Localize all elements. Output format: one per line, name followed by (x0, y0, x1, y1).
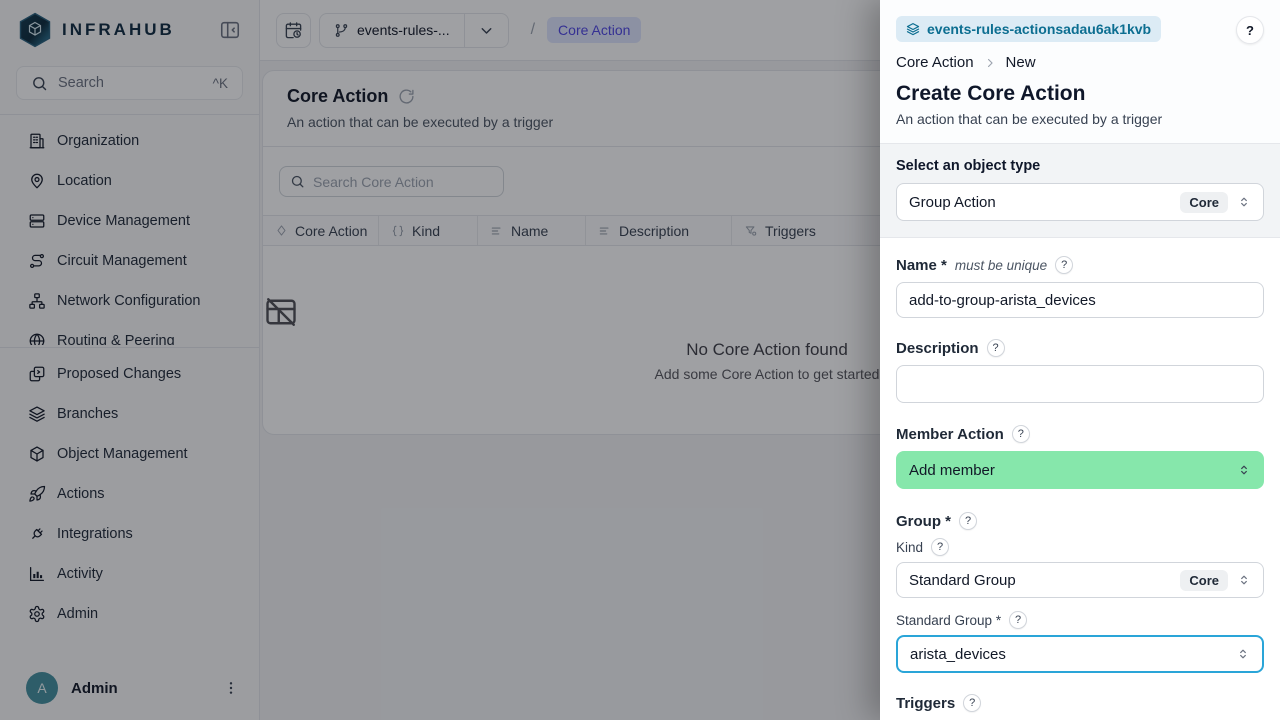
chevron-right-icon (983, 56, 997, 70)
name-hint: must be unique (955, 258, 1047, 273)
modal-dim-overlay[interactable] (0, 0, 880, 720)
drawer-breadcrumb-parent[interactable]: Core Action (896, 54, 974, 71)
drawer-title: Create Core Action (896, 82, 1264, 106)
object-type-section: Select an object type Group Action Core (880, 143, 1280, 238)
group-label-row: Group * ? (896, 512, 1264, 530)
kind-label-row: Kind ? (896, 538, 1264, 556)
member-action-label-row: Member Action ? (896, 425, 1264, 443)
name-field-label-row: Name * must be unique ? (896, 256, 1264, 274)
member-action-help-icon[interactable]: ? (1012, 425, 1030, 443)
drawer-subtitle: An action that can be executed by a trig… (896, 111, 1264, 127)
description-help-icon[interactable]: ? (987, 339, 1005, 357)
help-button[interactable]: ? (1236, 16, 1264, 44)
layers-icon (906, 22, 920, 36)
member-action-select[interactable]: Add member (896, 451, 1264, 489)
chevrons-up-down-icon (1236, 647, 1250, 661)
drawer-branch-badge[interactable]: events-rules-actionsadau6ak1kvb (896, 16, 1161, 42)
name-help-icon[interactable]: ? (1055, 256, 1073, 274)
triggers-label-row: Triggers ? (896, 694, 1264, 712)
drawer-breadcrumb: Core Action New (896, 54, 1264, 71)
drawer-form: Name * must be unique ? Description ? Me… (880, 256, 1280, 720)
kind-value: Standard Group (909, 572, 1180, 589)
description-input[interactable] (896, 365, 1264, 403)
chevrons-up-down-icon (1237, 573, 1251, 587)
name-label: Name * (896, 257, 947, 274)
standard-group-value: arista_devices (910, 646, 1236, 663)
object-type-label: Select an object type (896, 158, 1264, 174)
name-input[interactable] (896, 282, 1264, 318)
member-action-label: Member Action (896, 426, 1004, 443)
triggers-help-icon[interactable]: ? (963, 694, 981, 712)
standard-group-help-icon[interactable]: ? (1009, 611, 1027, 629)
create-core-action-drawer: events-rules-actionsadau6ak1kvb ? Core A… (880, 0, 1280, 720)
core-namespace-badge: Core (1180, 570, 1228, 591)
drawer-branch-name: events-rules-actionsadau6ak1kvb (927, 21, 1151, 37)
object-type-select[interactable]: Group Action Core (896, 183, 1264, 221)
chevrons-up-down-icon (1237, 463, 1251, 477)
drawer-header: events-rules-actionsadau6ak1kvb ? Core A… (880, 0, 1280, 143)
description-field-label-row: Description ? (896, 339, 1264, 357)
kind-select[interactable]: Standard Group Core (896, 562, 1264, 598)
object-type-value: Group Action (909, 194, 1180, 211)
core-namespace-badge: Core (1180, 192, 1228, 213)
triggers-label: Triggers (896, 695, 955, 712)
group-help-icon[interactable]: ? (959, 512, 977, 530)
standard-group-select[interactable]: arista_devices (896, 635, 1264, 673)
kind-help-icon[interactable]: ? (931, 538, 949, 556)
group-label: Group * (896, 513, 951, 530)
description-label: Description (896, 340, 979, 357)
drawer-breadcrumb-current: New (1006, 54, 1036, 71)
member-action-value: Add member (909, 462, 1237, 479)
standard-group-label: Standard Group * (896, 613, 1001, 628)
kind-label: Kind (896, 540, 923, 555)
standard-group-label-row: Standard Group * ? (896, 611, 1264, 629)
chevrons-up-down-icon (1237, 195, 1251, 209)
